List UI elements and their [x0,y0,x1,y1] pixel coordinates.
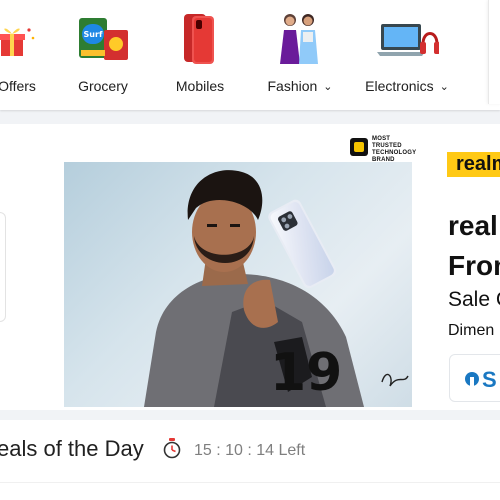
trust-badge: MOST TRUSTED TECHNOLOGY BRAND [350,136,416,163]
deals-title: eals of the Day [0,436,144,461]
trust-badge-line: TECHNOLOGY [372,150,417,156]
brand-logo: realme [447,152,500,177]
banner-headline: real From [448,206,500,286]
category-label: Offers [0,78,36,94]
shield-icon [350,138,368,156]
category-offers[interactable]: Offers [0,8,52,104]
section-divider [0,482,500,483]
chevron-down-icon: ⌄ [323,81,333,93]
headline-line: From [448,250,500,281]
category-label: Mobiles [175,78,225,94]
trust-badge-line: BRAND [372,157,395,163]
gift-icon [0,8,49,72]
banner-photo: 19 [64,162,412,407]
bank-offer-card: S [449,354,500,402]
laptop-headphones-icon [375,8,440,72]
headline-line: real [448,210,498,241]
smartphone-icon [168,8,232,72]
category-fashion[interactable]: Fashion ⌄ [262,8,338,104]
next-category-card[interactable] [488,0,500,104]
category-electronics[interactable]: Electronics ⌄ [362,8,452,104]
phone-back-number: 19 [270,343,342,403]
svg-text:Surf: Surf [84,30,103,39]
trust-badge-line: MOST TRUSTED [372,136,402,149]
promo-banner[interactable]: 19 MOST TRUSTED TECHNOLOGY BRAND real re… [0,124,500,410]
category-mobiles[interactable]: Mobiles [165,8,235,104]
category-label: Grocery [78,78,128,94]
category-label: Electronics ⌄ [365,78,449,94]
category-label: Fashion ⌄ [267,78,333,94]
banner-subtitle: Sale C [448,288,500,311]
category-strip: Offers Surf Grocery Mobiles Fashion ⌄ El… [0,0,500,110]
bank-logo-text: S [482,367,497,392]
bank-logo-icon [465,372,479,386]
deals-countdown: 15 : 10 : 14 Left [194,442,306,459]
timer-clock-icon [162,438,182,460]
grocery-pack-icon: Surf [71,8,135,72]
previous-slide-card[interactable] [0,212,6,322]
fashion-models-icon [268,8,332,72]
deals-section: eals of the Day 15 : 10 : 14 Left [0,420,500,500]
banner-detail: Dimen [448,322,495,339]
category-grocery[interactable]: Surf Grocery [68,8,138,104]
chevron-down-icon: ⌄ [439,81,449,93]
